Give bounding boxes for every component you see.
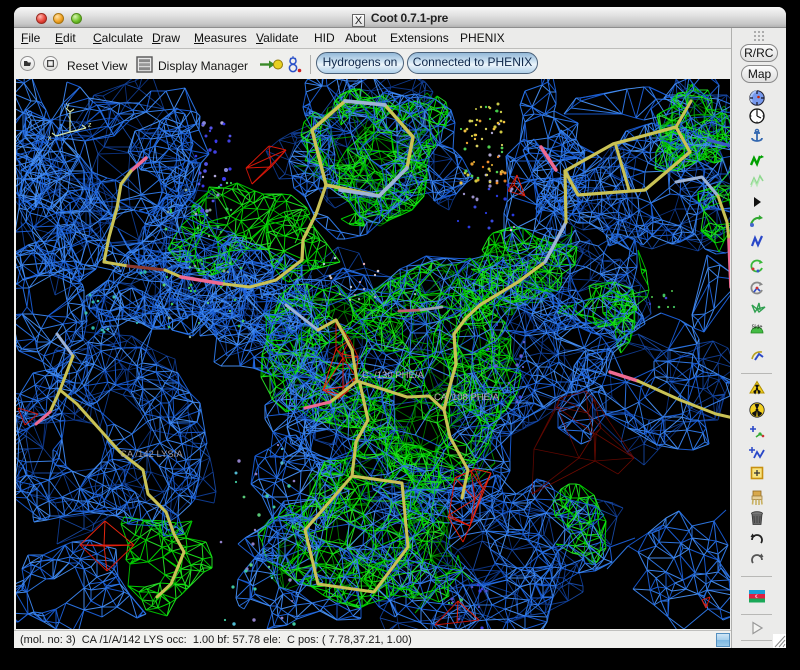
svg-text:Side: Side (751, 325, 762, 331)
svg-text:CA /142 LYS/A: CA /142 LYS/A (120, 449, 183, 460)
svg-text:z: z (88, 122, 92, 129)
svg-text:y: y (66, 102, 70, 109)
svg-text:x: x (48, 135, 52, 142)
svg-text:CA /108 PHE/A: CA /108 PHE/A (434, 392, 500, 403)
svg-text:C: /130 PHE/A: C: /130 PHE/A (362, 370, 424, 381)
